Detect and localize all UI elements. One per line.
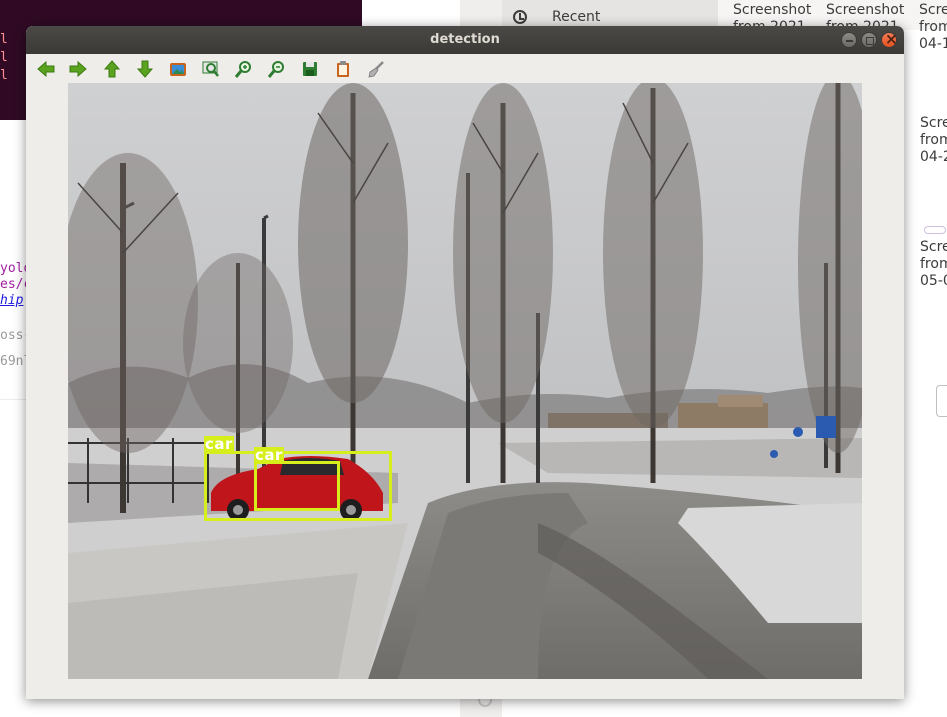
forward-button[interactable] — [66, 58, 90, 80]
code-line: hip — [0, 293, 24, 308]
up-button[interactable] — [100, 58, 124, 80]
copy-button[interactable] — [331, 58, 355, 80]
zoom-fit-button[interactable] — [199, 58, 223, 80]
thumbnail-label[interactable]: Scre from 04-2 — [920, 115, 947, 166]
detection-label: car — [204, 435, 234, 453]
zoom-in-button[interactable] — [232, 58, 256, 80]
image-button[interactable] — [166, 58, 190, 80]
terminal-line: l — [0, 32, 8, 47]
detection-box — [254, 461, 340, 511]
image-icon — [170, 63, 186, 76]
thumbnail-label[interactable]: Scre from 05-0 — [920, 239, 947, 290]
panel-button[interactable] — [936, 385, 947, 417]
zoom-out-icon — [267, 61, 284, 78]
zoom-out-button[interactable] — [265, 58, 289, 80]
title-bar[interactable]: detection — [26, 26, 904, 54]
down-button[interactable] — [133, 58, 157, 80]
detection-window: detection × car car — [26, 26, 904, 699]
sidebar-item-label: Recent — [552, 9, 601, 25]
toolbar — [26, 54, 904, 84]
clear-button[interactable] — [364, 58, 388, 80]
save-icon — [303, 62, 317, 76]
minimize-button[interactable] — [841, 32, 857, 48]
close-button[interactable] — [881, 30, 898, 48]
down-arrow-icon — [136, 60, 154, 78]
maximize-button[interactable] — [861, 32, 877, 48]
save-button[interactable] — [298, 58, 322, 80]
image-canvas[interactable]: car car — [68, 83, 862, 679]
thumbnail-label[interactable]: Scre from 04-1 — [919, 2, 947, 53]
window-title: detection — [430, 32, 500, 47]
brush-icon — [368, 61, 384, 78]
clock-icon — [513, 10, 527, 24]
detection-label: car — [254, 446, 284, 464]
zoom-in-icon — [234, 61, 251, 78]
back-button[interactable] — [34, 58, 58, 80]
street-scene-image — [68, 83, 862, 679]
terminal-line: l — [0, 68, 8, 83]
forward-arrow-icon — [69, 60, 87, 78]
file-thumbnail[interactable] — [924, 226, 946, 234]
zoom-fit-icon — [202, 61, 219, 77]
back-arrow-icon — [37, 60, 55, 78]
up-arrow-icon — [103, 60, 121, 78]
terminal-line: l — [0, 50, 8, 65]
clipboard-icon — [337, 61, 349, 77]
